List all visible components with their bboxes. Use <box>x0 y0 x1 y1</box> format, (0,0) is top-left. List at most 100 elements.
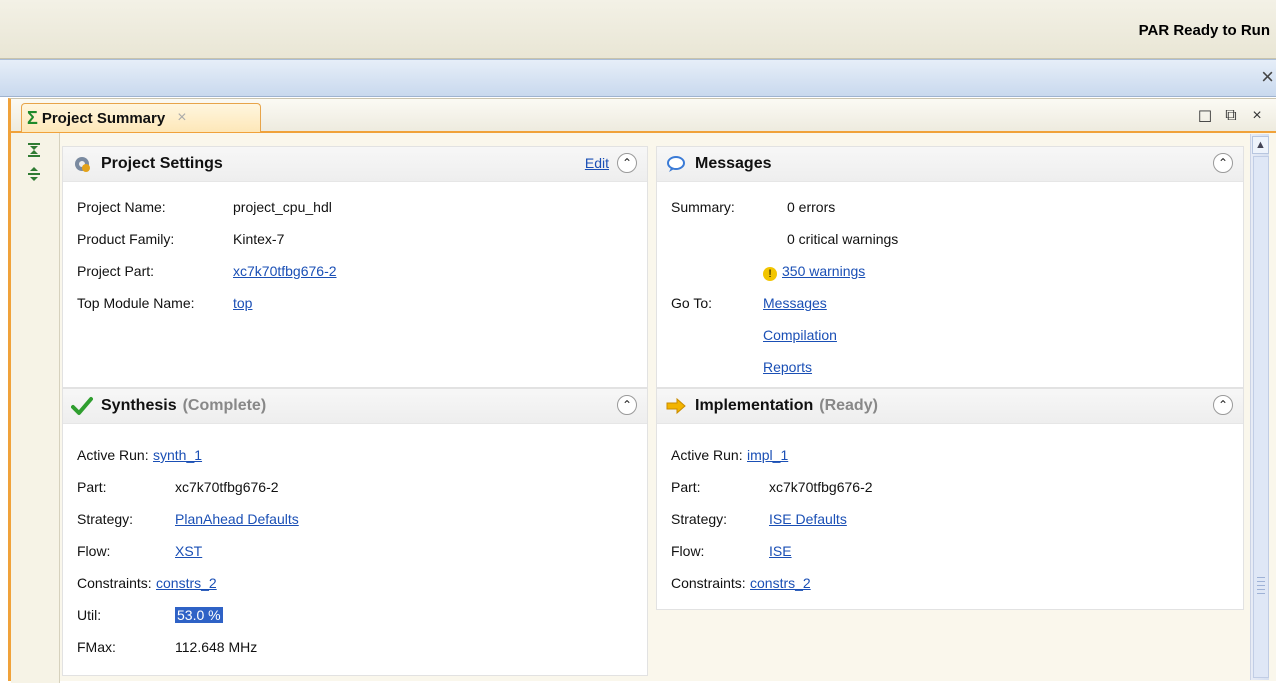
row-label: Flow: <box>77 543 111 559</box>
tab-bar: Σ Project Summary × ☐ ⧉ × <box>11 99 1276 133</box>
row-value-link[interactable]: PlanAhead Defaults <box>175 511 299 527</box>
messages-link[interactable]: Messages <box>763 295 827 311</box>
scroll-thumb[interactable] <box>1253 156 1269 678</box>
settings-gear-icon <box>71 153 93 175</box>
row-label: Strategy: <box>77 511 134 527</box>
expand-all-icon[interactable] <box>25 165 43 183</box>
row-value-link[interactable]: top <box>233 295 252 311</box>
synthesis-panel: Synthesis (Complete) ⌃ Active Run: synth_… <box>62 388 648 676</box>
implementation-header: Implementation (Ready) ⌃ <box>657 389 1243 424</box>
row-value: 112.648 MHz <box>175 639 258 655</box>
row-label: Active Run: <box>671 447 743 463</box>
scroll-up-icon[interactable]: ▲ <box>1252 136 1269 154</box>
row-label: Flow: <box>671 543 705 559</box>
kv-row: Active Run: synth_1 <box>77 447 637 467</box>
row-value-link[interactable]: ISE <box>769 543 792 559</box>
warnings-row: ! 350 warnings <box>671 263 1231 283</box>
status-text: PAR Ready to Run <box>1138 22 1270 39</box>
tab-close-icon[interactable]: × <box>177 109 186 127</box>
row-value-link[interactable]: ISE Defaults <box>769 511 847 527</box>
arrow-right-icon <box>665 395 687 417</box>
panel-title: Project Settings <box>101 155 223 172</box>
collapse-icon[interactable]: ⌃ <box>1213 153 1233 173</box>
row-label: Project Name: <box>77 199 166 215</box>
summary-row: Summary: 0 errors <box>671 199 1231 219</box>
tab-label: Project Summary <box>41 109 166 127</box>
row-value-link[interactable]: constrs_2 <box>156 575 217 591</box>
maximize-icon[interactable]: ☐ <box>1197 107 1213 127</box>
kv-row: Active Run: impl_1 <box>671 447 1231 467</box>
row-label: Product Family: <box>77 231 175 247</box>
panel-title: Synthesis <box>101 397 177 414</box>
kv-row: Strategy: PlanAhead Defaults <box>77 511 637 531</box>
status-bar: PAR Ready to Run <box>0 0 1276 59</box>
critical-row: 0 critical warnings <box>671 231 1231 251</box>
warnings-link[interactable]: 350 warnings <box>782 263 865 279</box>
row-label: Part: <box>671 479 701 495</box>
project-settings-header: Project Settings Edit ⌃ <box>63 147 647 182</box>
kv-row: Project Name: project_cpu_hdl <box>77 199 637 219</box>
row-value: xc7k70tfbg676-2 <box>175 479 279 495</box>
kv-row: Constraints: constrs_2 <box>77 575 637 595</box>
implementation-state: (Ready) <box>819 397 878 414</box>
kv-row: Flow: XST <box>77 543 637 563</box>
row-value-link[interactable]: synth_1 <box>153 447 202 463</box>
close-icon[interactable]: × <box>1249 107 1265 127</box>
synthesis-state: (Complete) <box>182 397 267 414</box>
restore-icon[interactable]: ⧉ <box>1223 107 1239 127</box>
row-value-link[interactable]: XST <box>175 543 202 559</box>
row-label: Constraints: <box>671 575 746 591</box>
window-controls: ☐ ⧉ × <box>1197 107 1265 127</box>
row-value: xc7k70tfbg676-2 <box>769 479 873 495</box>
edit-link[interactable]: Edit <box>585 155 609 171</box>
reports-link[interactable]: Reports <box>763 359 812 375</box>
kv-row: Part: xc7k70tfbg676-2 <box>77 479 637 499</box>
collapse-icon[interactable]: ⌃ <box>617 153 637 173</box>
row-label: Project Part: <box>77 263 155 279</box>
collapse-all-icon[interactable] <box>25 141 43 159</box>
warning-icon: ! <box>763 267 777 281</box>
row-label: FMax: <box>77 639 116 655</box>
row-value: project_cpu_hdl <box>233 199 332 215</box>
tab-project-summary[interactable]: Σ Project Summary × <box>21 103 261 132</box>
row-label: Part: <box>77 479 107 495</box>
row-value-link[interactable]: xc7k70tfbg676-2 <box>233 263 337 279</box>
kv-row: FMax: 112.648 MHz <box>77 639 637 659</box>
messages-header: Messages ⌃ <box>657 147 1243 182</box>
reports-row: Reports <box>671 359 1231 379</box>
kv-row: Top Module Name: top <box>77 295 637 315</box>
vertical-scrollbar[interactable]: ▲ <box>1250 134 1269 680</box>
messages-panel: Messages ⌃ Summary: 0 errors 0 critical … <box>656 146 1244 388</box>
scroll-grip <box>1257 577 1265 597</box>
collapse-icon[interactable]: ⌃ <box>617 395 637 415</box>
kv-row: Util: 53.0 % <box>77 607 637 627</box>
row-label: Top Module Name: <box>77 295 195 311</box>
implementation-panel: Implementation (Ready) ⌃ Active Run: impl… <box>656 388 1244 610</box>
compilation-row: Compilation <box>671 327 1231 347</box>
row-value: Kintex-7 <box>233 231 285 247</box>
side-toolbar <box>11 133 60 683</box>
compilation-link[interactable]: Compilation <box>763 327 837 343</box>
goto-label: Go To: <box>671 295 712 311</box>
kv-row: Product Family: Kintex-7 <box>77 231 637 251</box>
row-value: 53.0 % <box>175 607 223 623</box>
row-label: Strategy: <box>671 511 728 527</box>
row-label: Constraints: <box>77 575 152 591</box>
collapse-icon[interactable]: ⌃ <box>1213 395 1233 415</box>
row-value-link[interactable]: constrs_2 <box>750 575 811 591</box>
speech-bubble-icon <box>665 153 687 175</box>
panel-title: Messages <box>695 155 772 172</box>
row-label: Active Run: <box>77 447 149 463</box>
critical-count: 0 critical warnings <box>787 231 899 247</box>
row-value-link[interactable]: impl_1 <box>747 447 788 463</box>
kv-row: Strategy: ISE Defaults <box>671 511 1231 531</box>
toolbar-strip: × <box>0 59 1276 97</box>
row-label: Util: <box>77 607 102 623</box>
sigma-icon: Σ <box>27 107 38 128</box>
synthesis-header: Synthesis (Complete) ⌃ <box>63 389 647 424</box>
close-icon[interactable]: × <box>1261 66 1274 88</box>
check-icon <box>71 395 93 417</box>
goto-row: Go To: Messages <box>671 295 1231 315</box>
kv-row: Project Part: xc7k70tfbg676-2 <box>77 263 637 283</box>
panel-title: Implementation <box>695 397 814 414</box>
